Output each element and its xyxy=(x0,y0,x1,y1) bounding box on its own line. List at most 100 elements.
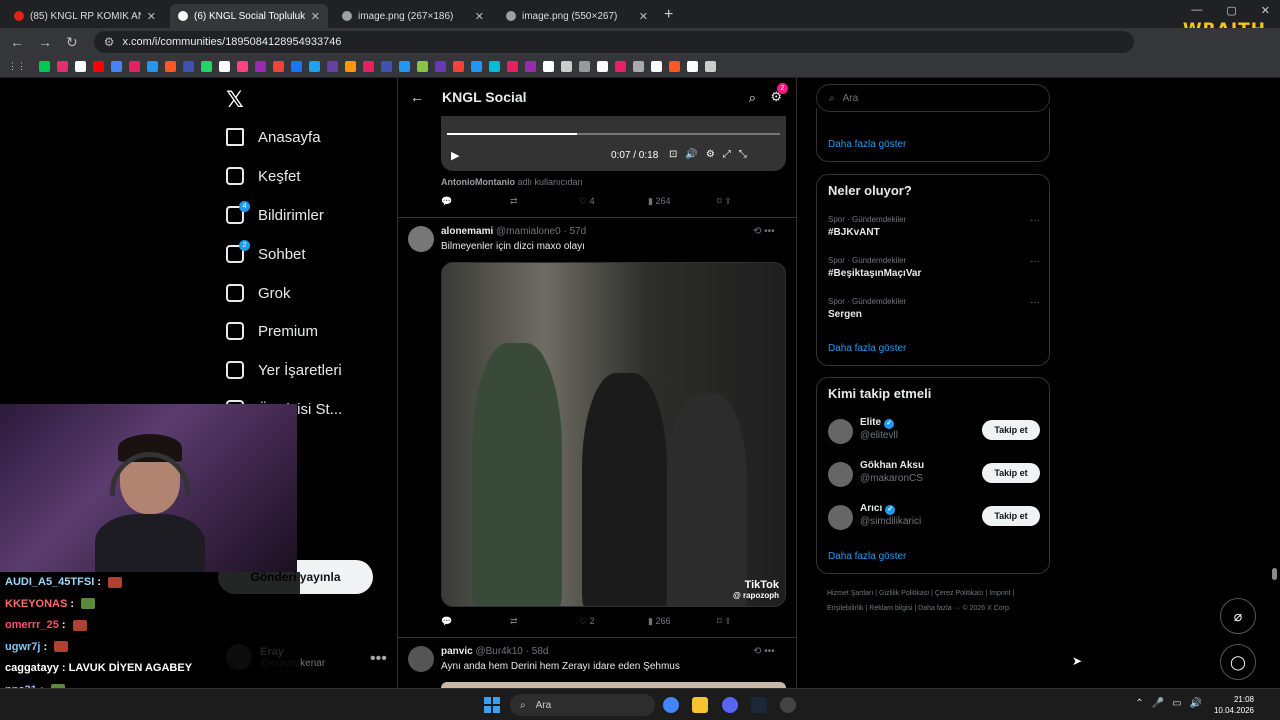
bookmark-favicon-icon[interactable] xyxy=(183,61,194,72)
maximize-icon[interactable]: ▢ xyxy=(1226,4,1236,17)
like-button[interactable]: ♡ 4 xyxy=(579,196,648,207)
reload-icon[interactable]: ↻ xyxy=(66,34,78,51)
bookmark-favicon-icon[interactable] xyxy=(435,61,446,72)
app-icon[interactable] xyxy=(780,697,796,713)
chrome-icon[interactable] xyxy=(663,697,679,713)
bookmark-favicon-icon[interactable] xyxy=(165,61,176,72)
nav-item-4[interactable]: 2 Sohbet xyxy=(226,240,306,263)
new-tab-icon[interactable]: + xyxy=(664,6,673,24)
x-logo-icon[interactable]: 𝕏 xyxy=(226,88,244,113)
nav-item-6[interactable]: Premium xyxy=(226,322,318,340)
credit-user[interactable]: AntonioMontanio xyxy=(441,177,515,187)
avatar[interactable] xyxy=(828,462,853,487)
bookmark-favicon-icon[interactable] xyxy=(633,61,644,72)
follow-suggestion[interactable]: Elite ✓ @elitevll Takip et xyxy=(828,417,1040,447)
bookmark-favicon-icon[interactable] xyxy=(669,61,680,72)
follow-button[interactable]: Takip et xyxy=(982,420,1040,440)
file-explorer-icon[interactable] xyxy=(692,697,708,713)
show-more-link[interactable]: Daha fazla göster xyxy=(828,139,906,150)
steam-icon[interactable] xyxy=(751,697,767,713)
bookmark-favicon-icon[interactable] xyxy=(75,61,86,72)
more-dots-icon[interactable]: ••• xyxy=(370,650,387,668)
tab-close-icon[interactable]: ✕ xyxy=(147,10,156,23)
search-icon[interactable]: ⌕ xyxy=(749,90,756,106)
back-arrow-icon[interactable]: ← xyxy=(410,89,424,105)
show-more-link[interactable]: Daha fazla göster xyxy=(828,343,906,354)
trend-item[interactable]: Spor · Gündemdekiler #BeşiktaşınMaçıVar ··… xyxy=(828,256,1040,279)
bookmark-favicon-icon[interactable] xyxy=(651,61,662,72)
tab-close-icon[interactable]: ✕ xyxy=(475,10,484,23)
browser-tab[interactable]: image.png (550×267) ✕ xyxy=(498,4,656,28)
video-player[interactable]: ▶ 0:07 / 0:18 ⊡🔊⚙⤢⤡ xyxy=(441,116,786,171)
bookmark-favicon-icon[interactable] xyxy=(273,61,284,72)
trend-item[interactable]: Spor · Gündemdekiler Sergen ··· xyxy=(828,297,1040,320)
nav-item-7[interactable]: Yer İşaretleri xyxy=(226,361,342,379)
more-dots-icon[interactable]: ··· xyxy=(1030,256,1040,267)
bookmark-favicon-icon[interactable] xyxy=(489,61,500,72)
bookmark-favicon-icon[interactable] xyxy=(399,61,410,72)
nav-item-1[interactable]: Anasayfa xyxy=(226,128,321,146)
nav-item-2[interactable]: Keşfet xyxy=(226,167,301,185)
play-icon[interactable]: ▶ xyxy=(451,149,459,162)
views-button[interactable]: ▮ 264 xyxy=(648,196,717,207)
site-info-icon[interactable]: ⚙ xyxy=(104,35,115,49)
bookmark-favicon-icon[interactable] xyxy=(345,61,356,72)
more-dots-icon[interactable]: ⟲ ••• xyxy=(753,646,775,657)
avatar[interactable] xyxy=(408,226,434,252)
tab-close-icon[interactable]: ✕ xyxy=(311,10,320,23)
bookmark-favicon-icon[interactable] xyxy=(39,61,50,72)
avatar[interactable] xyxy=(828,419,853,444)
back-icon[interactable]: ← xyxy=(10,34,24,51)
tweet-author[interactable]: panvic xyxy=(441,646,473,657)
system-tray[interactable]: ⌃🎤▭🔊 xyxy=(1135,698,1210,709)
more-dots-icon[interactable]: ··· xyxy=(1030,215,1040,226)
repost-icon[interactable]: ⇄ xyxy=(510,616,579,627)
scrollbar[interactable] xyxy=(1272,568,1277,580)
tab-close-icon[interactable]: ✕ xyxy=(639,10,648,23)
bookmark-favicon-icon[interactable] xyxy=(237,61,248,72)
browser-tab[interactable]: (6) KNGL Social Topluluk / X ✕ xyxy=(170,4,328,28)
bookmark-favicon-icon[interactable] xyxy=(579,61,590,72)
minimize-icon[interactable]: — xyxy=(1191,4,1202,17)
reply-icon[interactable]: 💬 xyxy=(441,616,510,627)
suggestion-name[interactable]: Gökhan Aksu xyxy=(860,460,924,471)
bookmark-favicon-icon[interactable] xyxy=(687,61,698,72)
bookmark-favicon-icon[interactable] xyxy=(219,61,230,72)
bookmark-favicon-icon[interactable] xyxy=(471,61,482,72)
discord-icon[interactable] xyxy=(722,697,738,713)
bookmark-favicon-icon[interactable] xyxy=(201,61,212,72)
avatar[interactable] xyxy=(408,646,434,672)
reply-icon[interactable]: 💬 xyxy=(441,196,510,207)
clock[interactable]: 21:08 10.04.2026 xyxy=(1214,694,1254,716)
more-dots-icon[interactable]: ⟲ ••• xyxy=(753,226,775,237)
bookmark-favicon-icon[interactable] xyxy=(705,61,716,72)
bookmark-icon[interactable]: ⌑ ⇪ xyxy=(717,616,786,627)
browser-tab[interactable]: (85) KNGL RP KOMİK ANLAR 4. ✕ xyxy=(6,4,164,28)
show-more-link[interactable]: Daha fazla göster xyxy=(828,551,906,562)
trend-item[interactable]: Spor · Gündemdekiler #BJKvANT ··· xyxy=(828,215,1040,238)
tweet-video[interactable]: TikTok @ rapozoph xyxy=(441,262,786,607)
start-button[interactable] xyxy=(484,697,500,713)
bookmark-favicon-icon[interactable] xyxy=(129,61,140,72)
follow-suggestion[interactable]: Arıcı ✓ @simdilikarici Takip et xyxy=(828,503,1040,533)
messages-fab-icon[interactable]: ◯ xyxy=(1220,644,1256,680)
tweet-author[interactable]: alonemami xyxy=(441,226,493,237)
avatar[interactable] xyxy=(828,505,853,530)
grok-fab-icon[interactable]: ⌀ xyxy=(1220,598,1256,634)
video-controls[interactable]: ⊡🔊⚙⤢⤡ xyxy=(669,149,755,160)
settings-gear-icon[interactable]: ⚙ 2 xyxy=(770,83,788,105)
suggestion-name[interactable]: Elite ✓ xyxy=(860,417,895,429)
bookmark-favicon-icon[interactable] xyxy=(147,61,158,72)
like-button[interactable]: ♡ 2 xyxy=(579,616,648,627)
bookmark-favicon-icon[interactable] xyxy=(561,61,572,72)
taskbar-search[interactable]: ⌕ Ara xyxy=(510,694,655,716)
bookmark-favicon-icon[interactable] xyxy=(615,61,626,72)
nav-item-5[interactable]: Grok xyxy=(226,284,291,302)
footer-links[interactable]: Hizmet Şartları | Gizlilik Politikası | … xyxy=(827,586,1047,616)
bookmark-favicon-icon[interactable] xyxy=(381,61,392,72)
suggestion-name[interactable]: Arıcı ✓ xyxy=(860,503,896,515)
bookmark-favicon-icon[interactable] xyxy=(363,61,374,72)
bookmark-favicon-icon[interactable] xyxy=(57,61,68,72)
follow-button[interactable]: Takip et xyxy=(982,463,1040,483)
bookmark-favicon-icon[interactable] xyxy=(507,61,518,72)
